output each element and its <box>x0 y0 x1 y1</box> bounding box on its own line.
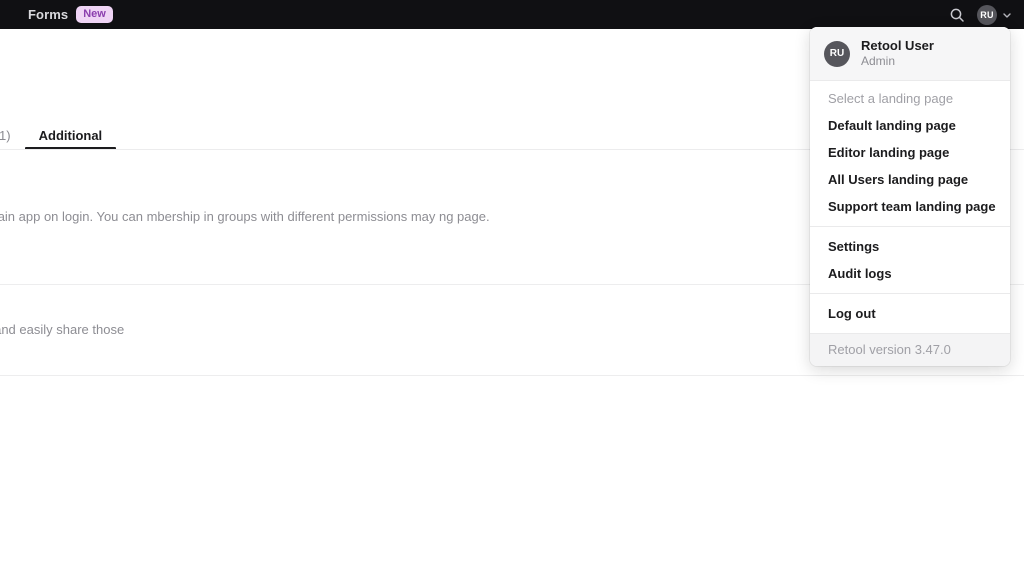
search-icon[interactable] <box>949 7 965 23</box>
account-menu-user-text: Retool User Admin <box>861 38 934 69</box>
menu-item-editor-landing-page[interactable]: Editor landing page <box>810 139 1010 166</box>
chevron-down-icon <box>1002 10 1012 20</box>
menu-item-settings[interactable]: Settings <box>810 233 1010 260</box>
app-root: Forms New RU ows (1) A <box>0 0 1024 572</box>
account-user-role: Admin <box>861 54 896 68</box>
new-badge: New <box>76 6 113 23</box>
menu-item-audit-logs[interactable]: Audit logs <box>810 260 1010 287</box>
settings-row-copy: matically be routed to a certain app on … <box>0 207 490 227</box>
settings-row-description: ng from databases to APIs and easily sha… <box>0 322 125 337</box>
landing-page-section: Select a landing page Default landing pa… <box>810 81 1010 226</box>
menu-item-all-users-landing-page[interactable]: All Users landing page <box>810 166 1010 193</box>
tab-workflows[interactable]: ows (1) <box>0 120 25 150</box>
header-left-group: Forms New <box>28 6 113 23</box>
admin-section: Settings Audit logs <box>810 226 1010 293</box>
header-right-group: RU <box>949 4 1012 25</box>
avatar: RU <box>977 4 997 25</box>
page-title: Forms <box>28 7 69 22</box>
menu-item-log-out[interactable]: Log out <box>810 300 1010 327</box>
landing-page-section-label: Select a landing page <box>828 91 954 106</box>
account-dropdown-menu: RU Retool User Admin Select a landing pa… <box>810 27 1010 366</box>
version-label: Retool version 3.47.0 <box>810 333 1010 366</box>
menu-item-default-landing-page[interactable]: Default landing page <box>810 112 1010 139</box>
menu-item-support-team-landing-page[interactable]: Support team landing page <box>810 193 1010 220</box>
settings-row-copy: ng from databases to APIs and easily sha… <box>0 320 124 340</box>
account-menu-user-header[interactable]: RU Retool User Admin <box>810 27 1010 81</box>
account-menu-trigger[interactable]: RU <box>977 4 1012 25</box>
settings-row-description: matically be routed to a certain app on … <box>0 209 490 224</box>
top-header-bar: Forms New RU <box>0 0 1024 29</box>
avatar: RU <box>824 40 850 67</box>
tab-additional[interactable]: Additional <box>24 120 117 150</box>
account-user-name: Retool User <box>861 38 934 53</box>
logout-section: Log out <box>810 293 1010 333</box>
